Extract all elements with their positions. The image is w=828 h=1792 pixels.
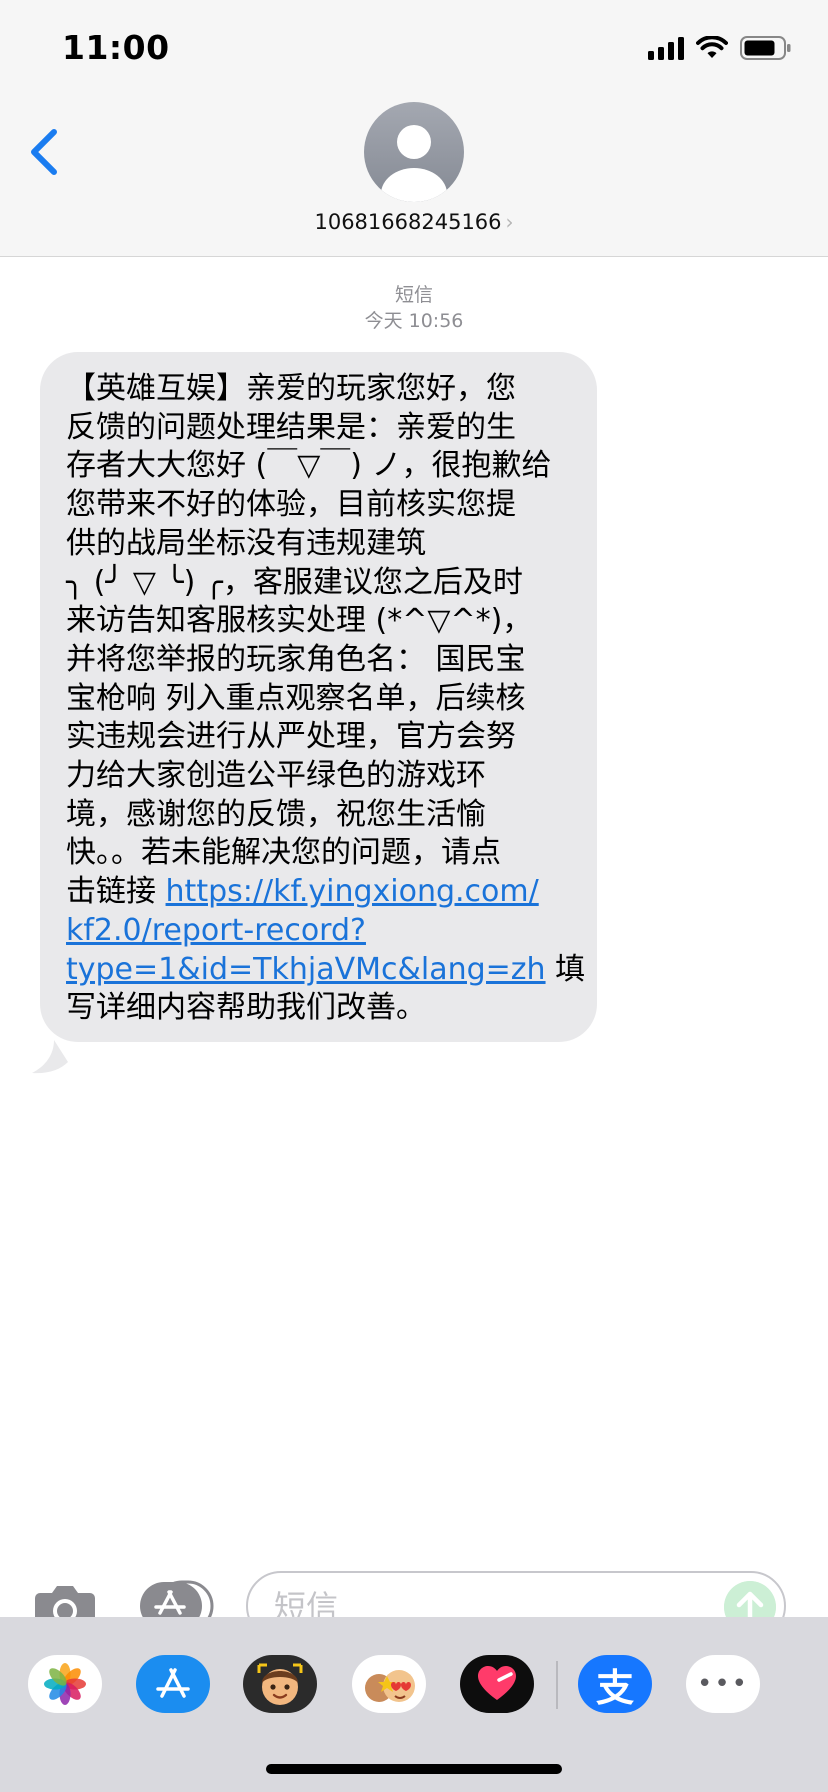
message-line: kf2.0/report-record? (66, 912, 571, 951)
animoji-faces-icon (365, 1670, 415, 1702)
message-line: 快。。若未能解决您的问题，请点 (66, 835, 501, 871)
status-time: 11:00 (62, 28, 170, 67)
message-line: ╮ (╯ ▽ ╰) ╭，客服建议您之后及时 (66, 564, 523, 600)
message-line: 反馈的问题处理结果是：亲爱的生 (66, 409, 516, 445)
cellular-signal-icon (648, 36, 684, 60)
app-store-a-icon (156, 1668, 190, 1698)
thread-meta: 短信 今天 10:56 (0, 282, 828, 334)
bubble-tail (32, 1040, 68, 1074)
message-line: 宝枪响 列入重点观察名单，后续核 (66, 680, 526, 716)
animoji-app-icon[interactable] (352, 1655, 426, 1713)
message-line: 您带来不好的体验，目前核实您提 (66, 487, 516, 523)
digital-touch-heart-icon (478, 1666, 516, 1700)
photos-flower-icon (44, 1663, 86, 1705)
contact-number: 10681668245166 (314, 210, 502, 234)
message-timestamp: 今天 10:56 (364, 310, 464, 332)
message-line: 存者大大您好 (￣▽￣) ノ，很抱歉给 (66, 448, 552, 484)
battery-icon (740, 36, 791, 60)
contact-name[interactable]: 10681668245166 › (0, 210, 828, 234)
wifi-icon (696, 36, 728, 58)
message-line: 击链接 https://kf.yingxiong.com/ (66, 873, 571, 912)
message-line: 写详细内容帮助我们改善。 (66, 990, 426, 1026)
home-indicator[interactable] (266, 1764, 562, 1774)
alipay-app-icon[interactable]: 支 (578, 1655, 652, 1713)
alipay-glyph: 支 (595, 1665, 634, 1710)
service-label: 短信 (394, 284, 433, 306)
message-line: 力给大家创造公平绿色的游戏环 (66, 758, 486, 794)
message-line: 【英雄互娱】亲爱的玩家您好，您 (66, 371, 516, 406)
after-link-text: 填 (545, 951, 586, 987)
report-link-part-3[interactable]: type=1&id=TkhjaVMc&lang=zh (66, 952, 546, 987)
message-line: 来访告知客服核实处理 (*^▽^*)， (66, 603, 533, 639)
more-apps-button[interactable]: ••• (686, 1655, 760, 1713)
photos-app-icon[interactable] (28, 1655, 102, 1713)
back-chevron-icon[interactable] (24, 124, 64, 180)
message-line: type=1&id=TkhjaVMc&lang=zh 填 (66, 951, 585, 990)
app-store-app-icon[interactable] (136, 1655, 210, 1713)
status-icons (648, 34, 792, 62)
report-link-part-1[interactable]: https://kf.yingxiong.com/ (166, 874, 539, 909)
memoji-face-icon (257, 1663, 303, 1705)
message-line: 并将您举报的玩家角色名： 国民宝 (66, 641, 526, 677)
memoji-stickers-app-icon[interactable] (243, 1655, 317, 1713)
message-line: 实违规会进行从严处理，官方会努 (66, 719, 516, 755)
report-link-part-2[interactable]: kf2.0/report-record? (66, 913, 366, 948)
incoming-message-bubble[interactable]: 【英雄互娱】亲爱的玩家您好，您 反馈的问题处理结果是：亲爱的生 存者大大您好 (… (40, 352, 597, 1042)
message-line: 供的战局坐标没有违规建筑 (66, 525, 426, 561)
conversation-header: 11:00 10681668245166 › (0, 0, 828, 257)
contact-avatar[interactable] (364, 102, 464, 202)
tray-divider (556, 1661, 558, 1709)
contact-details-chevron-icon: › (505, 210, 514, 234)
link-prefix: 击链接 (66, 874, 166, 910)
digital-touch-app-icon[interactable] (460, 1655, 534, 1713)
message-line: 境，感谢您的反馈，祝您生活愉 (66, 796, 486, 832)
more-icon: ••• (696, 1669, 749, 1699)
